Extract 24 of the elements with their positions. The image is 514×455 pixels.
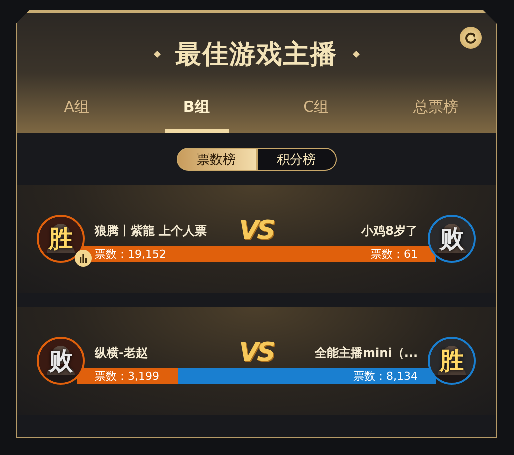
ranking-toggle[interactable]: 票数榜 <box>176 148 256 171</box>
vote-count: 票数：19,152 <box>95 246 166 262</box>
vote-count: 票数：8,134 <box>354 368 418 384</box>
vs-logo: VS <box>239 338 274 368</box>
group-tab[interactable]: 总票榜 <box>404 90 468 133</box>
result-label: 胜 <box>49 227 73 251</box>
panel-title: 最佳游戏主播 <box>176 39 338 72</box>
streamer-name: 纵横-老赵 <box>95 344 148 362</box>
result-label: 败 <box>440 227 464 251</box>
group-tab[interactable]: C组 <box>284 90 348 133</box>
streamer-name: 小鸡8岁了 <box>362 222 418 240</box>
result-label: 败 <box>49 349 73 373</box>
streamer-name: 全能主播mini（... <box>315 344 418 362</box>
group-tab[interactable]: A组 <box>45 90 109 133</box>
streamer-name: 狼腾丨紫龍 上个人票 <box>95 222 208 240</box>
vote-count: 票数：3,199 <box>95 368 160 384</box>
refresh-button[interactable] <box>460 27 482 49</box>
bar-chart-icon[interactable] <box>75 250 92 267</box>
refresh-icon <box>465 32 477 44</box>
vote-count: 票数：61 <box>371 246 418 262</box>
vs-logo: VS <box>239 216 274 246</box>
result-label: 胜 <box>440 349 464 373</box>
ranking-toggle[interactable]: 积分榜 <box>256 148 336 171</box>
group-tab[interactable]: B组 <box>164 90 228 133</box>
